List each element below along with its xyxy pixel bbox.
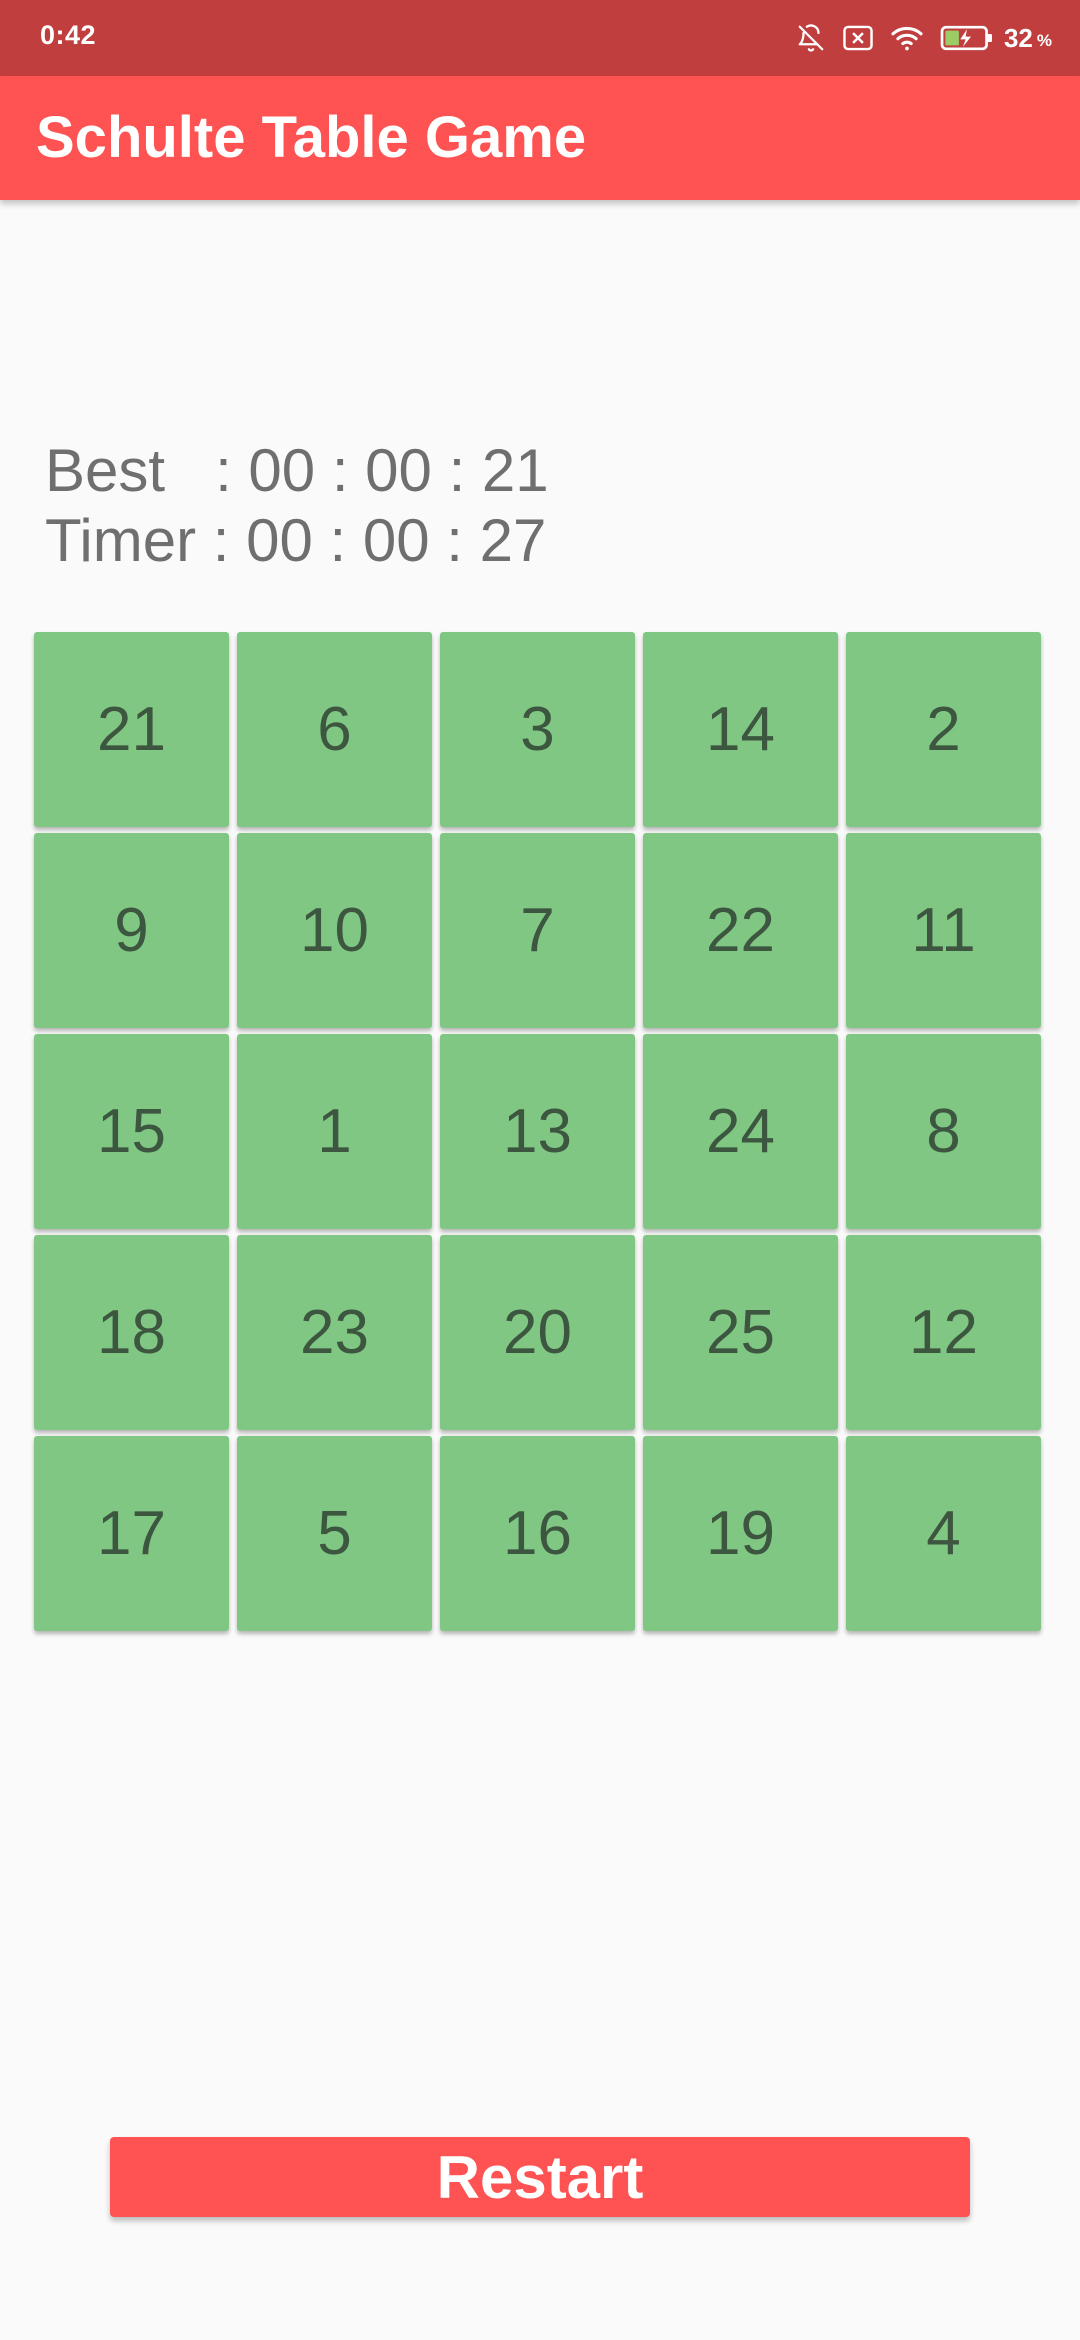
- grid-cell[interactable]: 20: [440, 1235, 635, 1430]
- bell-off-icon: [796, 23, 826, 53]
- grid-cell[interactable]: 10: [237, 833, 432, 1028]
- best-time: Best : 00 : 00 : 21: [45, 437, 549, 504]
- grid-cell[interactable]: 2: [846, 632, 1041, 827]
- grid-cell[interactable]: 24: [643, 1034, 838, 1229]
- grid-cell[interactable]: 21: [34, 632, 229, 827]
- grid-cell[interactable]: 6: [237, 632, 432, 827]
- current-timer: Timer : 00 : 00 : 27: [45, 507, 547, 574]
- grid-cell[interactable]: 11: [846, 833, 1041, 1028]
- timers: Best : 00 : 00 : 21 Timer : 00 : 00 : 27: [45, 436, 549, 576]
- app-title: Schulte Table Game: [36, 105, 587, 170]
- grid-cell[interactable]: 12: [846, 1235, 1041, 1430]
- grid-cell[interactable]: 15: [34, 1034, 229, 1229]
- schulte-grid: 21 6 3 14 2 9 10 7 22 11 15 1 13 24 8 18…: [34, 632, 1042, 1632]
- grid-cell[interactable]: 4: [846, 1436, 1041, 1631]
- grid-cell[interactable]: 23: [237, 1235, 432, 1430]
- wifi-icon: [890, 24, 924, 52]
- grid-cell[interactable]: 1: [237, 1034, 432, 1229]
- battery-charging-icon: [940, 24, 994, 52]
- app-bar: Schulte Table Game: [0, 76, 1080, 200]
- grid-cell[interactable]: 3: [440, 632, 635, 827]
- battery-unit: %: [1036, 31, 1052, 50]
- grid-cell[interactable]: 17: [34, 1436, 229, 1631]
- grid-cell[interactable]: 14: [643, 632, 838, 827]
- grid-cell[interactable]: 8: [846, 1034, 1041, 1229]
- grid-cell[interactable]: 16: [440, 1436, 635, 1631]
- grid-cell[interactable]: 5: [237, 1436, 432, 1631]
- notification-close-icon: [842, 24, 874, 52]
- grid-cell[interactable]: 9: [34, 833, 229, 1028]
- grid-cell[interactable]: 25: [643, 1235, 838, 1430]
- status-time: 0:42: [40, 20, 97, 50]
- grid-cell[interactable]: 7: [440, 833, 635, 1028]
- battery-percent: 32: [1003, 22, 1033, 53]
- status-bar: 0:42 32 %: [0, 0, 1080, 76]
- status-icons: 32 %: [780, 20, 1052, 56]
- grid-cell[interactable]: 22: [643, 833, 838, 1028]
- grid-cell[interactable]: 18: [34, 1235, 229, 1430]
- grid-cell[interactable]: 13: [440, 1034, 635, 1229]
- restart-button[interactable]: Restart: [110, 2137, 970, 2217]
- grid-cell[interactable]: 19: [643, 1436, 838, 1631]
